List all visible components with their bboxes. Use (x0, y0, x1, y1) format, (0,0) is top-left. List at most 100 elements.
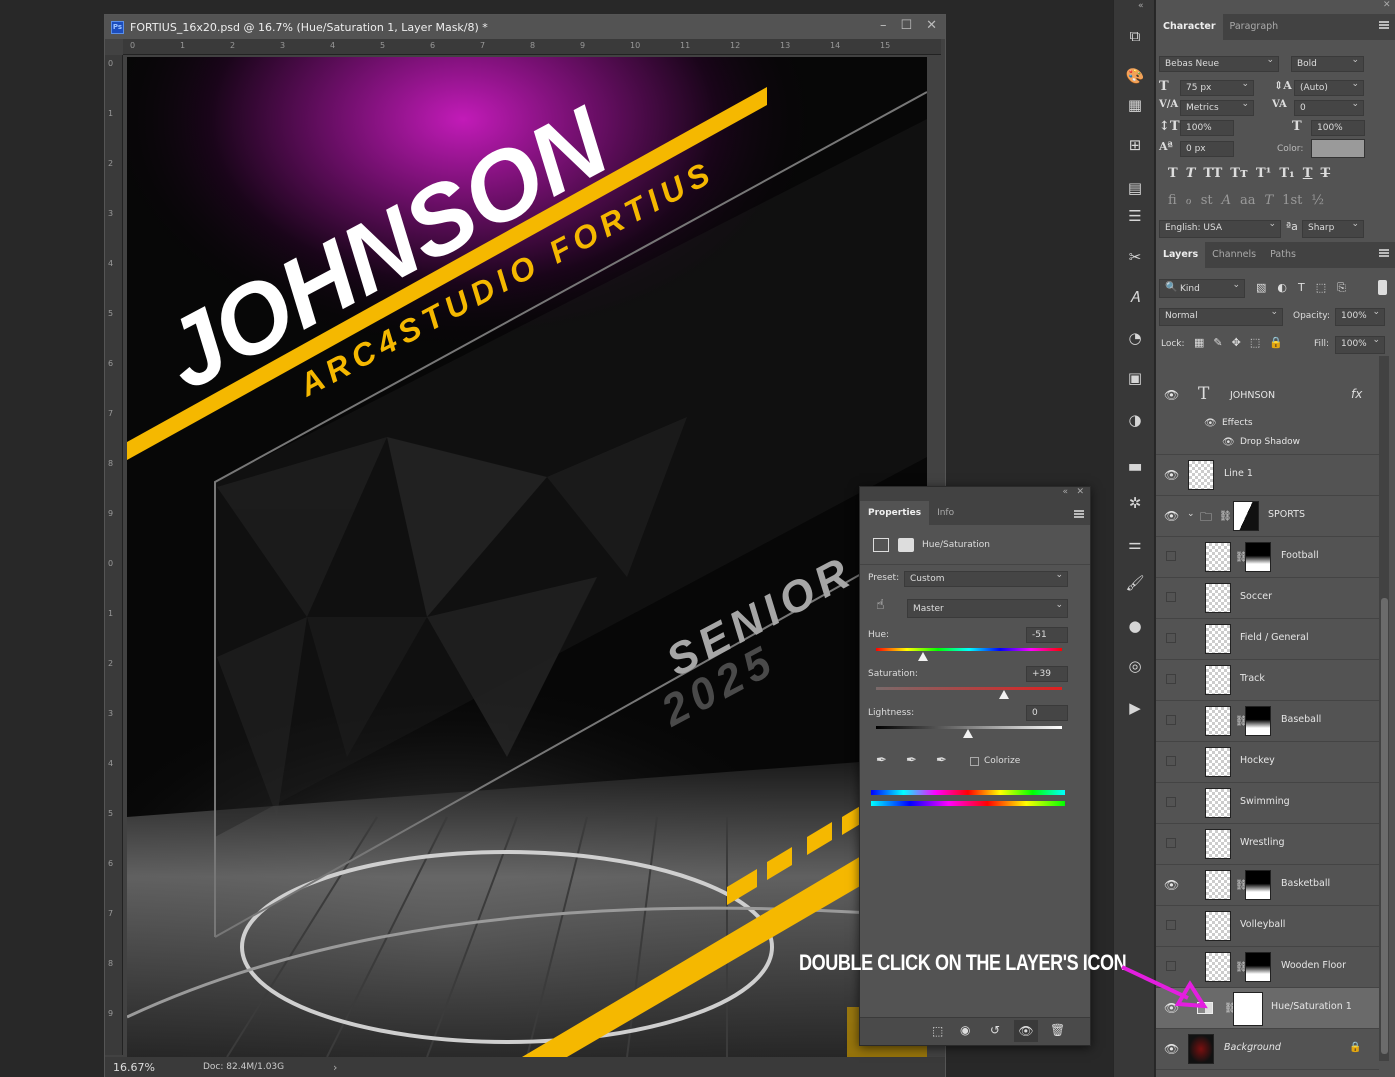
trash-icon[interactable]: 🗑 (1050, 1023, 1065, 1037)
visibility-toggle[interactable] (1166, 551, 1176, 561)
eye-icon[interactable]: 👁 (1164, 1043, 1179, 1056)
hue-slider-track[interactable] (876, 648, 1062, 651)
layer-name[interactable]: Volleyball (1240, 919, 1285, 930)
eye-icon[interactable]: 👁 (1222, 437, 1235, 448)
panel-header[interactable]: « ✕ (860, 487, 1090, 501)
collapse-icon[interactable]: « (1138, 1, 1144, 11)
layer-thumbnail[interactable] (1205, 542, 1231, 572)
swash-icon[interactable]: A (1222, 193, 1231, 208)
link-icon[interactable]: ⛓ (1219, 511, 1232, 522)
layer-name[interactable]: Football (1281, 550, 1319, 561)
saturation-slider-thumb[interactable] (999, 690, 1009, 699)
layer-swimming[interactable]: Swimming (1156, 783, 1379, 824)
visibility-toggle[interactable] (1166, 674, 1176, 684)
layer-basketball[interactable]: 👁 ⛓ Basketball (1156, 865, 1379, 906)
clip-to-layer-icon[interactable]: ⬚ (932, 1024, 943, 1038)
blend-mode-dropdown[interactable]: Normal (1159, 306, 1283, 326)
layer-soccer[interactable]: Soccer (1156, 578, 1379, 619)
layer-baseball[interactable]: ⛓ Baseball (1156, 701, 1379, 742)
saturation-input[interactable]: +39 (1026, 666, 1068, 682)
view-previous-state-icon[interactable]: ◉ (960, 1023, 970, 1037)
eye-icon[interactable]: 👁 (1164, 469, 1179, 482)
pixel-filter-icon[interactable]: ▧ (1256, 281, 1266, 295)
layer-name[interactable]: Basketball (1281, 878, 1330, 889)
lock-transparent-icon[interactable]: ▦ (1194, 336, 1204, 349)
antialias-dropdown[interactable]: Sharp (1302, 218, 1364, 238)
horizontal-scale-input[interactable]: 100% (1311, 120, 1365, 136)
fractions-icon[interactable]: ½ (1311, 193, 1324, 208)
layer-name[interactable]: Line 1 (1224, 468, 1253, 479)
all-caps-icon[interactable]: TT (1203, 166, 1222, 181)
panel-menu-icon[interactable] (1074, 510, 1084, 518)
visibility-toggle[interactable] (1166, 715, 1176, 725)
layer-hockey[interactable]: Hockey (1156, 742, 1379, 783)
eyedropper-subtract-icon[interactable]: ✒ (936, 753, 947, 768)
layer-football[interactable]: ⛓ Football (1156, 537, 1379, 578)
tab-channels[interactable]: Channels (1205, 242, 1263, 268)
actions-play-icon[interactable]: ▶ (1125, 698, 1145, 718)
histogram-icon[interactable]: ▃ (1125, 452, 1145, 472)
eye-icon[interactable]: 👁 (1204, 418, 1217, 429)
font-style-dropdown[interactable]: Bold (1291, 54, 1364, 72)
tab-paths[interactable]: Paths (1263, 242, 1303, 268)
layer-thumbnail[interactable] (1205, 870, 1231, 900)
horizontal-ruler[interactable]: 0 1 2 3 4 5 6 7 8 9 10 11 12 13 14 15 (123, 39, 941, 55)
eye-icon[interactable]: 👁 (1164, 389, 1179, 402)
layer-field-general[interactable]: Field / General (1156, 619, 1379, 660)
close-icon[interactable]: ✕ (1383, 0, 1391, 10)
layer-name[interactable]: Background (1224, 1042, 1281, 1053)
visibility-toggle[interactable] (1166, 592, 1176, 602)
collapse-icon[interactable]: « (1062, 487, 1068, 497)
filter-kind-dropdown[interactable]: 🔍 Kind (1159, 277, 1245, 298)
color-palette-icon[interactable]: 🎨 (1125, 66, 1145, 86)
properties-icon[interactable]: ⚌ (1125, 534, 1145, 554)
saturation-slider-track[interactable] (876, 687, 1062, 690)
chevron-right-icon[interactable]: › (333, 1061, 337, 1074)
layer-thumbnail[interactable] (1205, 624, 1231, 654)
font-size-dropdown[interactable]: 75 px (1180, 78, 1254, 96)
layer-thumbnail[interactable] (1205, 665, 1231, 695)
layer-thumbnail[interactable] (1188, 1034, 1214, 1064)
tab-paragraph[interactable]: Paragraph (1223, 14, 1286, 40)
ordinals-icon[interactable]: 1st (1282, 193, 1302, 208)
panel-menu-icon[interactable] (1379, 249, 1389, 257)
layer-background[interactable]: 👁 Background 🔒 (1156, 1029, 1379, 1070)
reset-icon[interactable]: ↺ (990, 1023, 1000, 1037)
ligatures-icon[interactable]: fi (1168, 193, 1177, 208)
adjustment-filter-icon[interactable]: ◐ (1277, 281, 1287, 295)
faux-italic-icon[interactable]: T (1186, 166, 1196, 181)
lightness-slider-thumb[interactable] (963, 729, 973, 738)
tracking-dropdown[interactable]: 0 (1294, 98, 1364, 116)
layer-thumbnail[interactable] (1205, 911, 1231, 941)
close-icon[interactable]: ✕ (926, 18, 937, 33)
vertical-scale-input[interactable]: 100% (1180, 120, 1234, 136)
tools-icon[interactable]: ✂ (1125, 247, 1145, 267)
chevron-down-icon[interactable]: ⌄ (1187, 509, 1195, 519)
superscript-icon[interactable]: T¹ (1256, 166, 1271, 181)
layer-group-sports[interactable]: 👁 ⌄ 🗀 ⛓ SPORTS (1156, 496, 1379, 537)
tab-info[interactable]: Info (929, 501, 962, 525)
smart-object-filter-icon[interactable]: ⎘ (1337, 281, 1346, 295)
layer-name[interactable]: SPORTS (1268, 509, 1305, 520)
old-style-icon[interactable]: ℴ (1186, 193, 1192, 208)
visibility-toggle[interactable] (1166, 920, 1176, 930)
underline-icon[interactable]: T (1303, 166, 1313, 181)
notes-icon[interactable]: ☰ (1125, 206, 1145, 226)
adjustments-icon[interactable]: ◑ (1125, 410, 1145, 430)
character-icon[interactable]: 𝐴 (1125, 287, 1145, 307)
swatches-icon[interactable]: ▦ (1125, 95, 1145, 115)
lock-artboard-icon[interactable]: ⬚ (1250, 336, 1260, 349)
stylistic-alternates-icon[interactable]: aa (1240, 193, 1256, 208)
layer-name[interactable]: Soccer (1240, 591, 1272, 602)
baseline-shift-input[interactable]: 0 px (1180, 141, 1234, 157)
layer-mask-thumbnail[interactable] (1245, 542, 1271, 572)
document-canvas[interactable]: JOHNSON ARC4STUDIO FORTIUS SENIOR 2025 (127, 57, 927, 1057)
preset-dropdown[interactable]: Custom (904, 569, 1068, 587)
text-color-swatch[interactable] (1311, 139, 1365, 158)
eyedropper-add-icon[interactable]: ✒ (906, 753, 917, 768)
layer-mask-thumbnail[interactable] (1245, 952, 1271, 982)
layer-name[interactable]: Wrestling (1240, 837, 1285, 848)
layer-mask-icon[interactable] (898, 538, 914, 552)
panel-menu-icon[interactable] (1379, 21, 1389, 29)
language-dropdown[interactable]: English: USA (1159, 218, 1281, 238)
